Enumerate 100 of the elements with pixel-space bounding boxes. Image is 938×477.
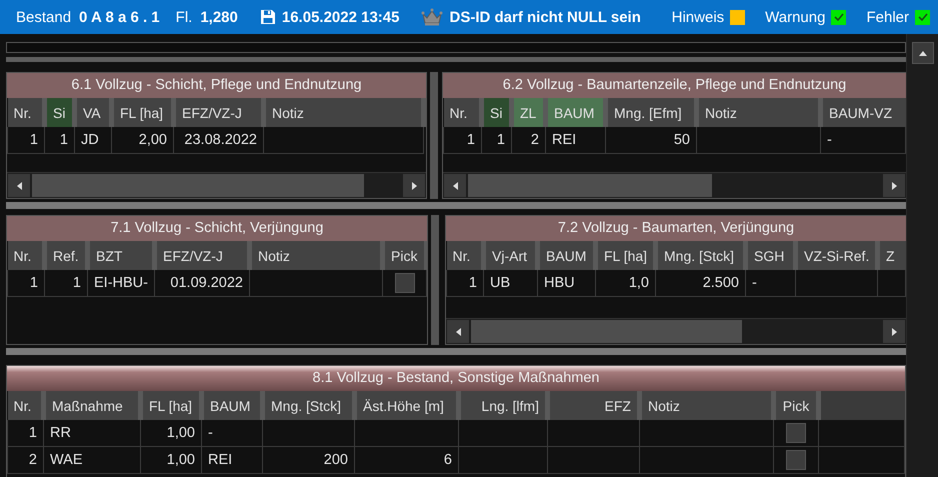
- table-cell: 50: [606, 127, 696, 154]
- column-header[interactable]: Nr.: [8, 241, 44, 270]
- error-message: DS-ID darf nicht NULL sein: [449, 8, 641, 26]
- table-cell: WAE: [44, 446, 140, 474]
- column-header[interactable]: Mng. [Efm]: [606, 98, 696, 127]
- column-header[interactable]: Mng. [Stck]: [262, 391, 354, 420]
- table-cell: 2: [8, 446, 44, 474]
- column-header[interactable]: Si: [44, 98, 74, 127]
- legend-label: Hinweis: [672, 8, 724, 26]
- save-time: 16.05.2022 13:45: [282, 8, 400, 26]
- table-cell: REI: [202, 446, 262, 474]
- area-value: 1,280: [200, 8, 238, 26]
- caret-left-icon: [456, 328, 460, 336]
- column-header[interactable]: Ref.: [44, 241, 88, 270]
- panel-title: 8.1 Vollzug - Bestand, Sonstige Maßnahmen: [7, 366, 905, 391]
- column-header[interactable]: FL [ha]: [140, 391, 202, 420]
- column-header[interactable]: FL [ha]: [112, 98, 174, 127]
- scroll-left-button[interactable]: [8, 174, 30, 197]
- table-cell: 1,00: [140, 446, 202, 474]
- column-header[interactable]: Lng. [lfm]: [458, 391, 548, 420]
- legend-checkbox[interactable]: [730, 10, 746, 24]
- column-header[interactable]: BZT: [88, 241, 154, 270]
- column-header[interactable]: Mng. [Stck]: [656, 241, 746, 270]
- column-header[interactable]: Pick: [774, 391, 818, 420]
- column-header[interactable]: Äst.Höhe [m]: [354, 391, 458, 420]
- table-cell: 1: [482, 127, 512, 154]
- scroll-left-button[interactable]: [447, 320, 469, 343]
- legend-checkbox[interactable]: [831, 10, 846, 24]
- vertical-scrollbar[interactable]: [906, 34, 938, 477]
- table-cell: 1: [8, 270, 44, 296]
- caret-left-icon: [452, 182, 458, 190]
- table-cell: 23.08.2022: [174, 127, 264, 154]
- table-cell: 1: [44, 127, 74, 154]
- table-cell: -: [746, 270, 796, 296]
- table-cell: REI: [546, 127, 606, 154]
- panel-title: 7.2 Vollzug - Baumarten, Verjüngung: [446, 216, 906, 241]
- column-header[interactable]: Nr.: [446, 241, 484, 270]
- column-header[interactable]: VZ-Si-Ref.: [796, 241, 878, 270]
- column-header[interactable]: VA: [74, 98, 112, 127]
- caret-up-icon: [918, 50, 926, 56]
- table-cell: -: [202, 420, 262, 446]
- table-cell: 01.09.2022: [154, 270, 250, 296]
- legend-label: Warnung: [765, 8, 826, 26]
- scrollbar-thumb[interactable]: [468, 174, 712, 197]
- table-cell: 200: [262, 446, 354, 474]
- column-header[interactable]: Notiz: [250, 241, 382, 270]
- scroll-right-button[interactable]: [403, 174, 425, 197]
- column-header[interactable]: Notiz: [264, 98, 424, 127]
- save-icon: [260, 9, 276, 25]
- column-header[interactable]: ZL: [512, 98, 546, 127]
- horizontal-scrollbar[interactable]: [446, 318, 906, 344]
- panel-title: 7.1 Vollzug - Schicht, Verjüngung: [7, 216, 427, 241]
- column-header[interactable]: Nr.: [8, 391, 44, 420]
- column-header[interactable]: BAUM: [546, 98, 606, 127]
- crown-icon: [421, 8, 444, 26]
- check-icon: [916, 12, 928, 22]
- column-header[interactable]: BAUM: [202, 391, 262, 420]
- column-header[interactable]: Nr.: [8, 98, 44, 127]
- check-icon: [832, 12, 845, 22]
- table-cell: -: [820, 127, 906, 154]
- table-cell: 2,00: [112, 127, 174, 154]
- table-cell: RR: [44, 420, 140, 446]
- scrollbar-thumb[interactable]: [471, 320, 742, 343]
- panel-title: 6.1 Vollzug - Schicht, Pflege und Endnutzung: [7, 73, 426, 98]
- caret-right-icon: [892, 328, 896, 336]
- scrollbar-thumb[interactable]: [32, 174, 364, 197]
- panel-title: 6.2 Vollzug - Baumartenzeile, Pflege und Endnutzung: [443, 73, 906, 98]
- scroll-right-button[interactable]: [883, 320, 905, 343]
- caret-right-icon: [892, 182, 896, 190]
- column-header[interactable]: SGH: [746, 241, 796, 270]
- column-header[interactable]: FL [ha]: [596, 241, 656, 270]
- column-header[interactable]: BAUM-VZ: [820, 98, 906, 127]
- column-header[interactable]: EFZ: [548, 391, 640, 420]
- column-header[interactable]: Pick: [382, 241, 426, 270]
- column-header[interactable]: Nr.: [444, 98, 482, 127]
- scroll-up-button[interactable]: [912, 42, 934, 64]
- column-header[interactable]: EFZ/VZ-J: [174, 98, 264, 127]
- table-cell: 1: [446, 270, 484, 296]
- column-header[interactable]: BAUM: [538, 241, 596, 270]
- checkbox[interactable]: [394, 273, 414, 293]
- horizontal-scrollbar[interactable]: [7, 172, 426, 198]
- field-label: Bestand: [16, 8, 72, 26]
- column-header[interactable]: Maßnahme: [44, 391, 140, 420]
- column-header[interactable]: Notiz: [696, 98, 820, 127]
- column-header[interactable]: Vj-Art: [484, 241, 538, 270]
- checkbox[interactable]: [786, 423, 806, 443]
- column-header[interactable]: Notiz: [640, 391, 774, 420]
- horizontal-scrollbar[interactable]: [443, 172, 906, 198]
- table-cell: HBU: [538, 270, 596, 296]
- caret-right-icon: [412, 182, 416, 190]
- scroll-right-button[interactable]: [883, 174, 905, 197]
- table-cell: 6: [354, 446, 458, 474]
- column-header[interactable]: EFZ/VZ-J: [154, 241, 250, 270]
- checkbox[interactable]: [786, 450, 806, 470]
- scroll-left-button[interactable]: [444, 174, 466, 197]
- column-header[interactable]: Si: [482, 98, 512, 127]
- table-cell: 2: [512, 127, 546, 154]
- table-cell: 1: [8, 127, 44, 154]
- table-cell: UB: [484, 270, 538, 296]
- legend-checkbox[interactable]: [915, 10, 930, 24]
